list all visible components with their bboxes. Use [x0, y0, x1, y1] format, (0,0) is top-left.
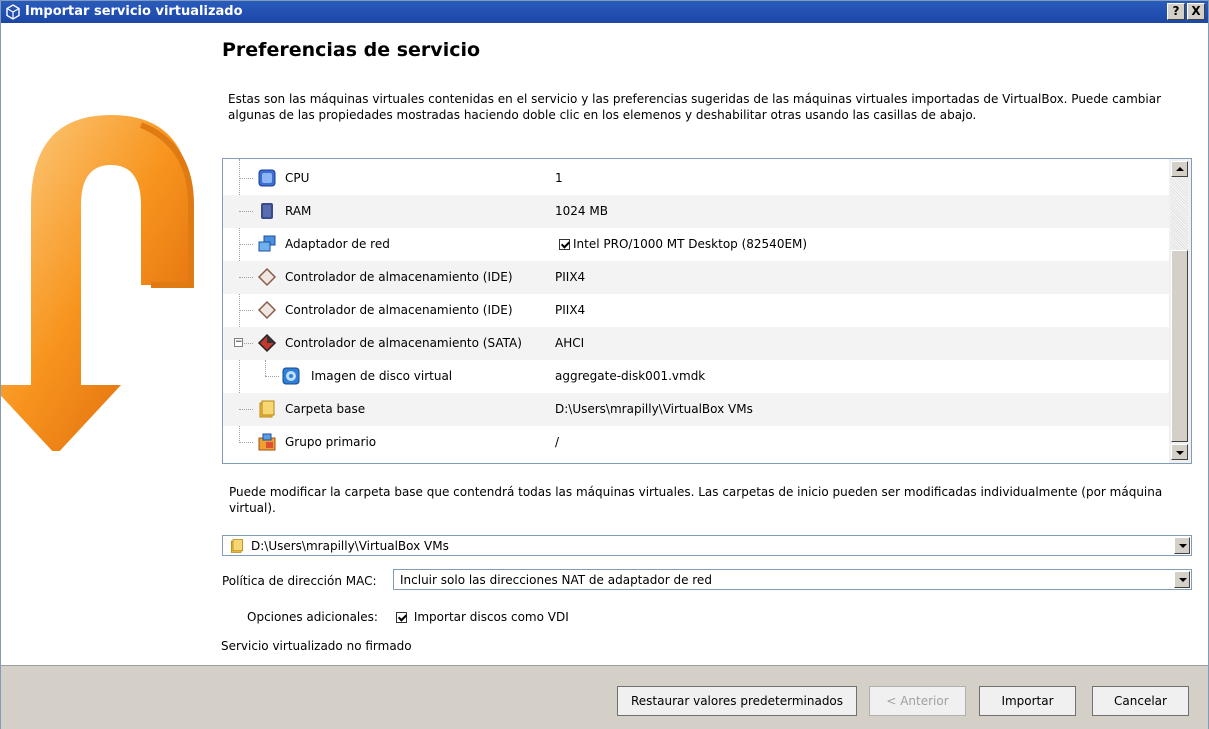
scrollbar-track[interactable] — [1171, 177, 1188, 250]
tree-row[interactable]: Controlador de almacenamiento (IDE) PIIX… — [223, 261, 1169, 294]
network-adapter-icon — [258, 235, 276, 252]
window-title: Importar servicio virtualizado — [25, 4, 243, 19]
base-folder-note: Puede modificar la carpeta base que cont… — [229, 485, 1163, 515]
help-button[interactable]: ? — [1167, 3, 1185, 20]
cancel-button[interactable]: Cancelar — [1092, 686, 1189, 716]
tree-connector — [265, 360, 266, 376]
import-appliance-dialog: Importar servicio virtualizado ? X Prefe… — [0, 0, 1209, 729]
tree-row-label: RAM — [285, 204, 312, 218]
button-bar: Restaurar valores predeterminados < Ante… — [1, 665, 1208, 729]
tree-row-value[interactable]: PIIX4 — [555, 303, 585, 317]
sata-controller-icon — [257, 333, 277, 353]
mac-policy-label: Política de dirección MAC: — [222, 574, 377, 588]
mac-policy-select[interactable]: Incluir solo las direcciones NAT de adap… — [393, 569, 1192, 590]
arrow-down-icon — [1176, 451, 1184, 455]
tree-row-value[interactable]: AHCI — [555, 336, 584, 350]
appliance-settings-tree[interactable]: CPU 1 RAM 1024 MB Adaptador de red Intel… — [222, 158, 1192, 464]
virtualbox-icon — [6, 4, 20, 20]
import-as-vdi-option[interactable]: Importar discos como VDI — [396, 610, 569, 624]
group-icon — [258, 433, 276, 451]
tree-row-label: Controlador de almacenamiento (SATA) — [285, 336, 522, 350]
tree-row-label: Adaptador de red — [285, 237, 390, 251]
additional-options-label: Opciones adicionales: — [247, 610, 378, 624]
tree-row[interactable]: − Controlador de almacenamiento (SATA) A… — [223, 327, 1169, 360]
tree-row-value[interactable]: 1 — [555, 171, 563, 185]
folder-icon — [231, 539, 243, 553]
title-bar: Importar servicio virtualizado ? X — [1, 1, 1208, 23]
page-title: Preferencias de servicio — [222, 39, 481, 61]
scroll-down-button[interactable] — [1171, 444, 1188, 460]
dialog-content: Preferencias de servicio Estas son las m… — [1, 23, 1208, 665]
ram-icon — [261, 203, 273, 219]
ide-controller-icon — [257, 267, 277, 287]
tree-connector — [239, 409, 253, 410]
tree-row-value[interactable]: 1024 MB — [555, 204, 608, 218]
cpu-icon — [258, 169, 276, 187]
tree-vertical-scrollbar[interactable] — [1169, 159, 1191, 463]
base-folder-dropdown-button[interactable] — [1174, 537, 1190, 554]
tree-connector — [239, 442, 253, 443]
close-button[interactable]: X — [1187, 3, 1205, 20]
import-as-vdi-checkbox[interactable] — [396, 612, 407, 623]
virtual-disk-icon — [282, 367, 300, 385]
tree-row-label: Controlador de almacenamiento (IDE) — [285, 303, 513, 317]
tree-connector — [265, 376, 279, 377]
scroll-up-button[interactable] — [1171, 161, 1188, 177]
base-folder-value: D:\Users\mrapilly\VirtualBox VMs — [251, 539, 449, 553]
tree-row[interactable]: Grupo primario / — [223, 426, 1169, 459]
tree-row-value[interactable]: D:\Users\mrapilly\VirtualBox VMs — [555, 402, 753, 416]
tree-row-label: CPU — [285, 171, 310, 185]
arrow-up-icon — [1176, 167, 1184, 171]
tree-row-label: Controlador de almacenamiento (IDE) — [285, 270, 513, 284]
import-button[interactable]: Importar — [979, 686, 1076, 716]
network-adapter-value[interactable]: Intel PRO/1000 MT Desktop (82540EM) — [559, 237, 807, 251]
ide-controller-icon — [257, 300, 277, 320]
folder-icon — [259, 400, 275, 418]
tree-row[interactable]: Imagen de disco virtual aggregate-disk00… — [223, 360, 1169, 393]
base-folder-select[interactable]: D:\Users\mrapilly\VirtualBox VMs — [222, 535, 1192, 556]
chevron-down-icon — [1179, 544, 1187, 548]
restore-defaults-button[interactable]: Restaurar valores predeterminados — [617, 686, 857, 716]
tree-row-label: Carpeta base — [285, 402, 366, 416]
tree-row[interactable]: CPU 1 — [223, 162, 1169, 195]
network-adapter-checkbox[interactable] — [559, 239, 570, 250]
tree-row[interactable]: Carpeta base D:\Users\mrapilly\VirtualBo… — [223, 393, 1169, 426]
tree-row[interactable]: RAM 1024 MB — [223, 195, 1169, 228]
back-button[interactable]: < Anterior — [869, 686, 966, 716]
tree-connector — [239, 310, 253, 311]
tree-row-value[interactable]: aggregate-disk001.vmdk — [555, 369, 705, 383]
import-arrow-illustration-icon — [1, 115, 194, 451]
tree-row-label: Grupo primario — [285, 435, 377, 449]
mac-policy-value: Incluir solo las direcciones NAT de adap… — [400, 573, 712, 587]
tree-row-label: Imagen de disco virtual — [311, 369, 453, 383]
unsigned-appliance-note: Servicio virtualizado no firmado — [221, 639, 412, 653]
tree-connector — [239, 178, 253, 179]
import-as-vdi-label: Importar discos como VDI — [413, 610, 569, 624]
tree-row[interactable]: Adaptador de red Intel PRO/1000 MT Deskt… — [223, 228, 1169, 261]
tree-row-value[interactable]: / — [555, 435, 559, 449]
page-description: Estas son las máquinas virtuales conteni… — [228, 92, 1162, 122]
tree-row-value[interactable]: PIIX4 — [555, 270, 585, 284]
mac-policy-dropdown-button[interactable] — [1174, 571, 1190, 588]
tree-row[interactable]: Controlador de almacenamiento (IDE) PIIX… — [223, 294, 1169, 327]
tree-connector — [239, 277, 253, 278]
tree-connector — [244, 343, 253, 344]
scrollbar-thumb[interactable] — [1171, 250, 1188, 442]
tree-connector — [239, 211, 253, 212]
collapse-expander-icon[interactable]: − — [234, 338, 243, 347]
tree-connector — [239, 244, 253, 245]
tree-row-value: Intel PRO/1000 MT Desktop (82540EM) — [573, 237, 808, 251]
chevron-down-icon — [1179, 578, 1187, 582]
